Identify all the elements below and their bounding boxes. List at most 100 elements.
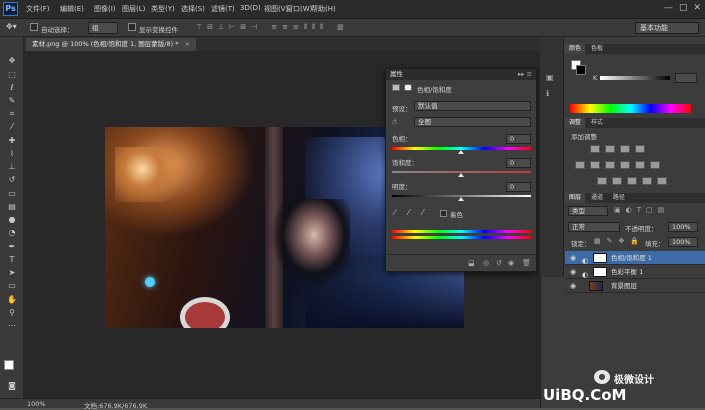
layer-thumbnail[interactable] <box>589 281 603 291</box>
history-brush-tool-icon[interactable]: ↺ <box>5 174 19 185</box>
distribute-right-icon[interactable]: ⦀ <box>320 23 323 32</box>
lock-transparent-icon[interactable]: ▦ <box>594 237 601 245</box>
saturation-slider-thumb[interactable] <box>458 173 464 177</box>
selective-color-icon[interactable] <box>657 177 667 185</box>
distribute-bottom-icon[interactable]: ≡ <box>293 23 299 32</box>
menu-type[interactable]: 类型(Y) <box>151 4 175 14</box>
menu-help[interactable]: 帮助(H) <box>311 4 336 14</box>
menu-filter[interactable]: 滤镜(T) <box>211 4 235 14</box>
tab-adjustments[interactable]: 调整 <box>565 118 586 128</box>
align-vcenter-icon[interactable]: ⊟ <box>207 23 213 32</box>
hand-tool-icon[interactable]: ✋ <box>5 294 19 305</box>
lock-all-icon[interactable]: 🔒 <box>630 237 639 245</box>
reset-icon[interactable]: ↺ <box>496 259 502 267</box>
crop-tool-icon[interactable]: ⌗ <box>5 108 19 119</box>
maximize-button[interactable]: □ <box>679 3 688 13</box>
zoom-level[interactable]: 100% <box>27 400 46 408</box>
visibility-eye-icon[interactable]: ◉ <box>570 254 578 262</box>
lightness-slider-thumb[interactable] <box>458 197 464 201</box>
opacity-input[interactable]: 100% <box>668 222 698 232</box>
panel-menu-icon[interactable]: ▸▸ ≡ <box>518 69 532 80</box>
hue-saturation-icon[interactable] <box>590 161 600 169</box>
levels-icon[interactable] <box>605 145 615 153</box>
move-tool-icon[interactable]: ✥▾ <box>6 22 17 31</box>
document-tab[interactable]: 素材.png @ 100% (色相/饱和度 1, 图层蒙版/8) * × <box>26 38 196 51</box>
color-balance-icon[interactable] <box>605 161 615 169</box>
saturation-input[interactable]: 0 <box>506 158 531 168</box>
shape-tool-icon[interactable]: ▭ <box>5 280 19 291</box>
menu-window[interactable]: 窗口(W) <box>286 4 312 14</box>
tab-paths[interactable]: 路径 <box>609 193 629 203</box>
eyedropper-tool-icon[interactable]: ⁄ <box>5 121 19 132</box>
black-white-icon[interactable] <box>620 161 630 169</box>
exposure-icon[interactable] <box>635 145 645 153</box>
delete-icon[interactable]: 🗑 <box>522 259 531 267</box>
path-select-tool-icon[interactable]: ➤ <box>5 267 19 278</box>
quick-select-tool-icon[interactable]: ✎ <box>5 95 19 106</box>
hue-input[interactable]: 0 <box>506 134 531 144</box>
more-tools-icon[interactable]: ⋯ <box>5 320 19 331</box>
menu-image[interactable]: 图像(I) <box>94 4 116 14</box>
align-right-icon[interactable]: ⊣ <box>251 23 257 32</box>
layer-mask-thumbnail[interactable] <box>593 253 607 263</box>
color-bg-swatch[interactable] <box>576 65 586 75</box>
blend-mode-dropdown[interactable]: 正常 <box>568 222 620 232</box>
auto-select-dropdown[interactable]: 组 <box>88 22 118 34</box>
pen-tool-icon[interactable]: ✒ <box>5 241 19 252</box>
layer-row[interactable]: ◉ ◐ 色彩平衡 1 <box>565 265 705 279</box>
quick-mask-icon[interactable]: ◙ <box>5 380 19 391</box>
distribute-left-icon[interactable]: ⦀ <box>304 23 307 32</box>
fill-input[interactable]: 100% <box>668 237 698 247</box>
layer-filter-dropdown[interactable]: 类型 <box>568 206 608 216</box>
hue-slider-thumb[interactable] <box>458 150 464 154</box>
align-hcenter-icon[interactable]: ⊞ <box>240 23 246 32</box>
auto-align-icon[interactable]: ▥ <box>337 23 344 32</box>
distribute-vcenter-icon[interactable]: ≡ <box>282 23 288 32</box>
curves-icon[interactable] <box>620 145 630 153</box>
menu-3d[interactable]: 3D(D) <box>240 4 261 12</box>
zoom-tool-icon[interactable]: ⚲ <box>5 307 19 318</box>
layer-name[interactable]: 色相/饱和度 1 <box>611 251 652 265</box>
color-ramp[interactable] <box>570 104 691 113</box>
channel-mixer-icon[interactable] <box>650 161 660 169</box>
layer-name[interactable]: 色彩平衡 1 <box>611 265 643 279</box>
menu-select[interactable]: 选择(S) <box>181 4 205 14</box>
photo-filter-icon[interactable] <box>635 161 645 169</box>
align-top-icon[interactable]: ⊤ <box>196 23 202 32</box>
menu-file[interactable]: 文件(F) <box>26 4 50 14</box>
blur-tool-icon[interactable]: ● <box>5 214 19 225</box>
filter-adjustment-icon[interactable]: ◐ <box>626 206 632 214</box>
brightness-contrast-icon[interactable] <box>590 145 600 153</box>
document-info[interactable]: 文档:676.9K/676.9K <box>84 400 147 410</box>
hand-adjust-icon[interactable]: ☝ <box>392 117 397 126</box>
menu-edit[interactable]: 编辑(E) <box>60 4 84 14</box>
visibility-eye-icon[interactable]: ◉ <box>570 268 578 276</box>
layer-row[interactable]: ◉ ◐ 色相/饱和度 1 <box>565 251 705 265</box>
tab-styles[interactable]: 样式 <box>587 118 607 128</box>
history-icon[interactable]: ▣ <box>546 73 554 82</box>
auto-select-checkbox[interactable] <box>30 23 38 31</box>
visibility-eye-icon[interactable]: ◉ <box>570 282 578 290</box>
healing-tool-icon[interactable]: ✚ <box>5 135 19 146</box>
filter-pixel-icon[interactable]: ▣ <box>614 206 621 214</box>
tab-color[interactable]: 颜色 <box>565 44 586 54</box>
align-left-icon[interactable]: ⊢ <box>229 23 235 32</box>
type-tool-icon[interactable]: T <box>5 254 19 265</box>
stamp-tool-icon[interactable]: ⊥ <box>5 161 19 172</box>
eyedropper-plus-icon[interactable]: ⁄ <box>408 208 409 217</box>
foreground-color-swatch[interactable] <box>4 360 14 370</box>
filter-shape-icon[interactable]: ▢ <box>646 206 653 214</box>
align-bottom-icon[interactable]: ⊥ <box>218 23 224 32</box>
distribute-top-icon[interactable]: ≡ <box>271 23 277 32</box>
lasso-tool-icon[interactable]: ℓ <box>5 82 19 93</box>
invert-icon[interactable] <box>597 177 607 185</box>
properties-panel-header[interactable]: 属性 ▸▸ ≡ <box>386 69 536 80</box>
distribute-hcenter-icon[interactable]: ⦀ <box>312 23 315 32</box>
k-input[interactable] <box>675 73 697 83</box>
colorize-checkbox[interactable] <box>440 210 447 217</box>
brush-tool-icon[interactable]: ⌇ <box>5 148 19 159</box>
tab-channels[interactable]: 通道 <box>587 193 607 203</box>
layer-name[interactable]: 背景图层 <box>611 279 637 293</box>
channel-dropdown[interactable]: 全图 <box>414 117 531 127</box>
threshold-icon[interactable] <box>627 177 637 185</box>
